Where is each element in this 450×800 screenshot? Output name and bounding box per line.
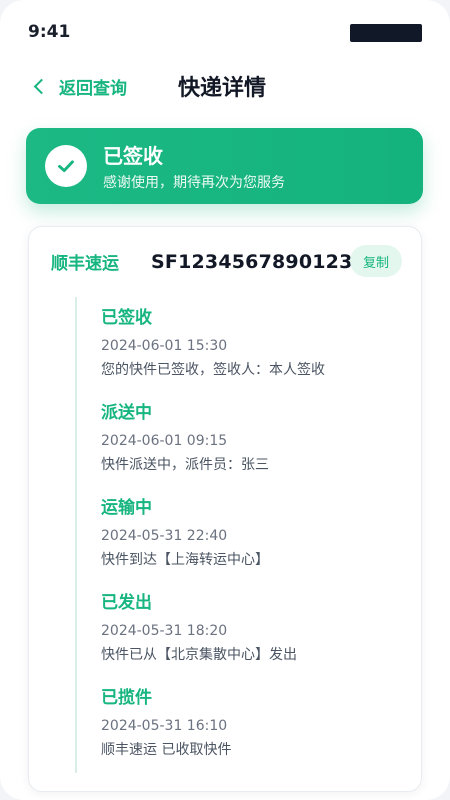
carrier-name: 顺丰速运 — [51, 254, 119, 274]
timeline-event: 运输中 2024-05-31 22:40 快件到达【上海转运中心】 — [101, 493, 401, 569]
event-description: 您的快件已签收，签收人：本人签收 — [101, 362, 325, 378]
event-description: 快件到达【上海转运中心】 — [101, 552, 269, 568]
status-indicator-block — [350, 24, 422, 42]
timeline-event: 已发出 2024-05-31 18:20 快件已从【北京集散中心】发出 — [101, 588, 401, 664]
tracking-detail-card: 顺丰速运 SF1234567890123 复制 已签收 2024-06-01 1… — [28, 226, 422, 792]
timeline-event: 派送中 2024-06-01 09:15 快件派送中，派件员：张三 — [101, 398, 401, 474]
checkmark-icon — [45, 145, 87, 187]
banner-title: 已签收 — [103, 144, 163, 168]
page-title: 快递详情 — [178, 76, 267, 101]
chevron-left-icon — [33, 78, 50, 94]
header: 返回查询 快递详情 — [0, 64, 450, 108]
banner-subtitle: 感谢使用，期待再次为您服务 — [103, 175, 285, 191]
event-status: 已签收 — [101, 308, 152, 328]
timeline-event: 已签收 2024-06-01 15:30 您的快件已签收，签收人：本人签收 — [101, 303, 401, 379]
event-time: 2024-06-01 15:30 — [101, 338, 228, 354]
event-status: 已发出 — [101, 593, 152, 613]
event-time: 2024-05-31 18:20 — [101, 623, 228, 639]
copy-button[interactable]: 复制 — [350, 245, 402, 277]
tracking-number: SF1234567890123 — [151, 251, 353, 273]
event-status: 运输中 — [101, 498, 152, 518]
event-time: 2024-05-31 16:10 — [101, 718, 228, 734]
event-description: 快件已从【北京集散中心】发出 — [101, 647, 297, 663]
express-detail-screen: 9:41 返回查询 快递详情 已签收 感谢使用，期待再次为您服务 顺丰速运 SF… — [0, 0, 450, 800]
event-description: 顺丰速运 已收取快件 — [101, 742, 232, 758]
timeline-line — [75, 297, 77, 773]
status-time: 9:41 — [28, 22, 71, 42]
event-status: 派送中 — [101, 403, 152, 423]
status-bar: 9:41 — [0, 0, 450, 60]
timeline-event: 已揽件 2024-05-31 16:10 顺丰速运 已收取快件 — [101, 683, 401, 759]
event-description: 快件派送中，派件员：张三 — [101, 457, 269, 473]
back-button-label: 返回查询 — [59, 78, 127, 99]
event-time: 2024-05-31 22:40 — [101, 528, 228, 544]
back-to-search-button[interactable]: 返回查询 — [30, 72, 127, 100]
event-status: 已揽件 — [101, 688, 152, 708]
event-time: 2024-06-01 09:15 — [101, 433, 228, 449]
signed-status-banner: 已签收 感谢使用，期待再次为您服务 — [26, 128, 423, 204]
